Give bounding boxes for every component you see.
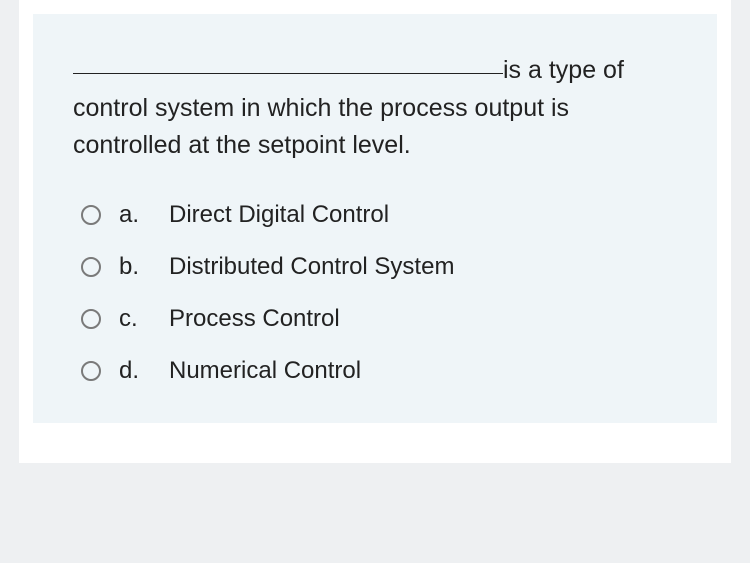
radio-a[interactable] [81,205,101,225]
question-text: is a type of control system in which the… [73,52,677,165]
radio-b[interactable] [81,257,101,277]
option-text-a: Direct Digital Control [169,201,389,229]
question-card: is a type of control system in which the… [33,14,717,423]
question-text-content: is a type of control system in which the… [73,56,624,159]
fill-in-blank [73,73,503,74]
option-b[interactable]: b. Distributed Control System [81,253,677,281]
option-letter-b: b. [119,253,145,281]
radio-d[interactable] [81,361,101,381]
option-letter-a: a. [119,201,145,229]
option-text-d: Numerical Control [169,357,361,385]
question-frame: is a type of control system in which the… [19,0,731,463]
option-a[interactable]: a. Direct Digital Control [81,201,677,229]
options-list: a. Direct Digital Control b. Distributed… [73,201,677,385]
option-text-b: Distributed Control System [169,253,454,281]
option-letter-c: c. [119,305,145,333]
option-d[interactable]: d. Numerical Control [81,357,677,385]
option-text-c: Process Control [169,305,340,333]
option-c[interactable]: c. Process Control [81,305,677,333]
radio-c[interactable] [81,309,101,329]
option-letter-d: d. [119,357,145,385]
